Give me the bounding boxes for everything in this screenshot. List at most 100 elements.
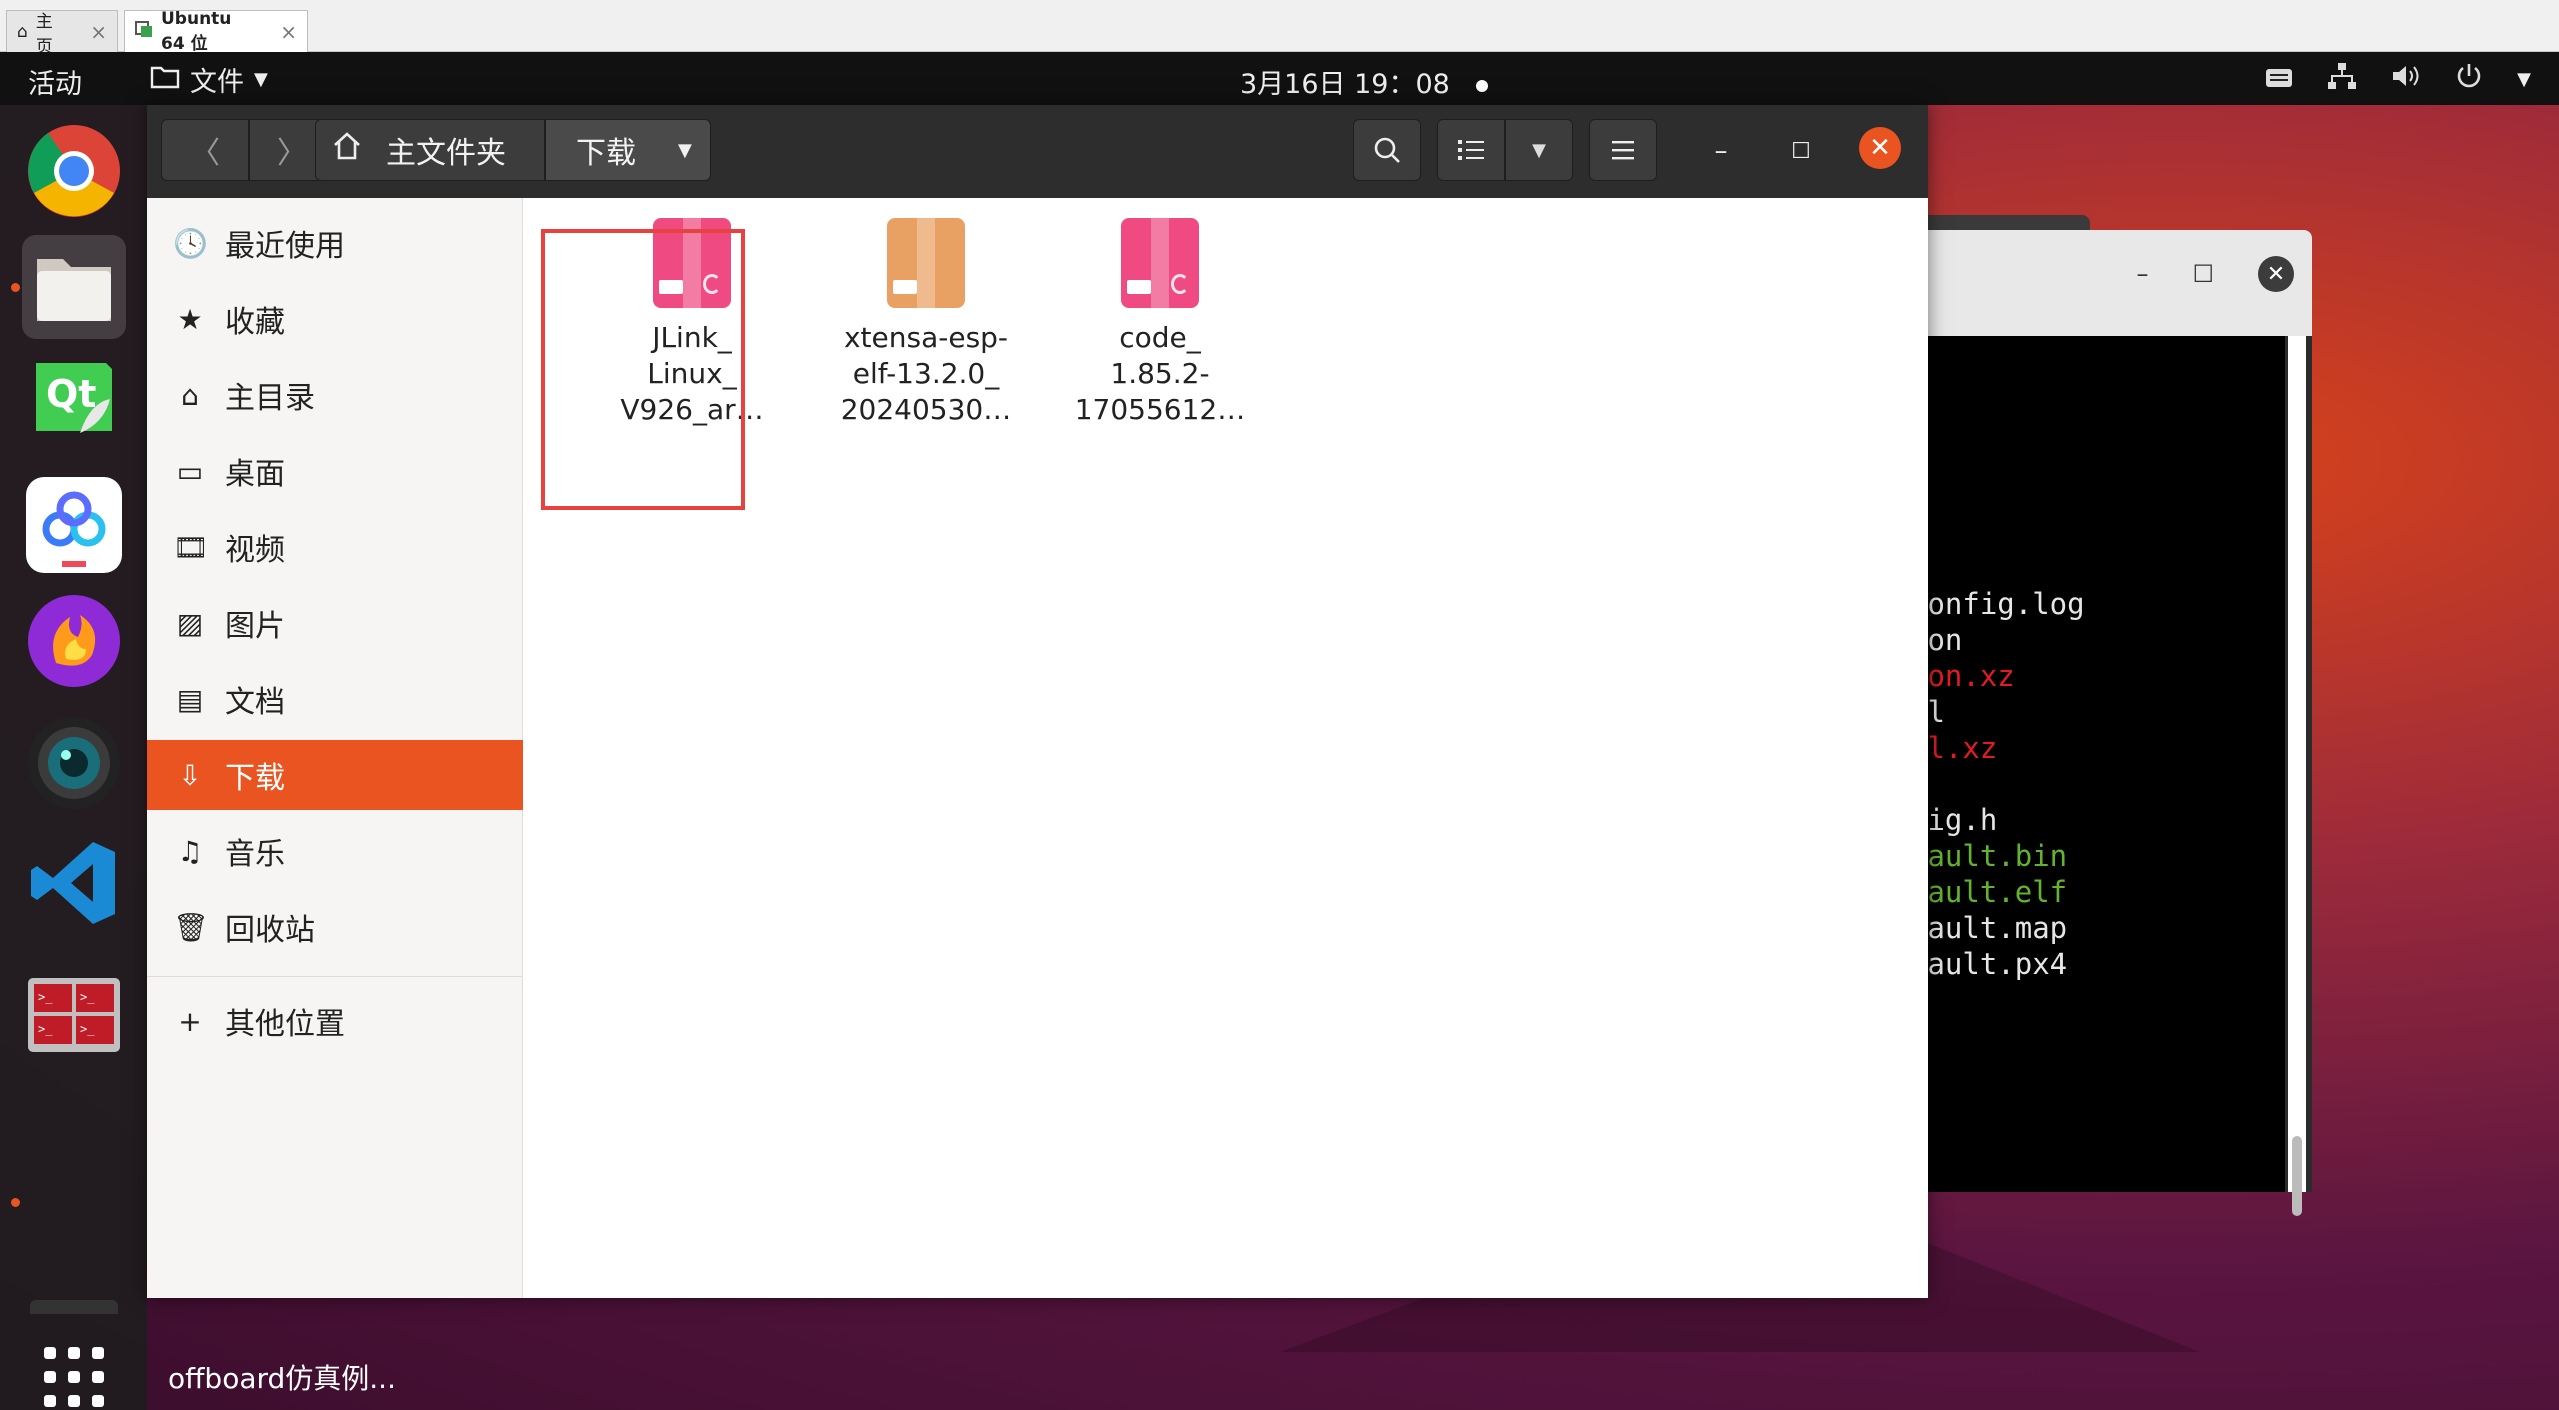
terminal-line: fault.map [1910,911,2068,945]
path-current-button[interactable]: 下载 ▼ [545,119,711,181]
notification-dot-icon [1475,79,1488,92]
sidebar-item-music[interactable]: ♫ 音乐 [147,816,523,886]
terminal-line: son.xz [1910,659,2015,693]
show-apps-icon [44,1347,104,1407]
menu-button[interactable] [1589,119,1657,181]
host-tab-ubuntu[interactable]: Ubuntu 64 位 × [124,9,308,54]
vm-icon [135,20,153,43]
notification-text[interactable]: offboard仿真例... [168,1357,396,1397]
sidebar-item-starred[interactable]: ★ 收藏 [147,284,523,354]
chevron-down-icon: ▼ [678,139,692,161]
host-tab-home[interactable]: ⌂ 主页 × [6,10,118,57]
search-button[interactable] [1353,119,1421,181]
terminal-scrollbar[interactable] [2288,336,2306,1216]
sidebar-item-home[interactable]: ⌂ 主目录 [147,360,523,430]
dock-baidu-netdisk[interactable] [22,473,126,577]
sidebar-item-label: 主目录 [225,381,315,416]
sidebar-item-desktop[interactable]: ▭ 桌面 [147,436,523,506]
sidebar-item-recent[interactable]: 🕓 最近使用 [147,208,523,278]
close-icon[interactable]: ✕ [2258,256,2294,292]
dock-camera[interactable] [22,711,126,815]
file-name: xtensa-esp-elf-13.2.0_ 20240530… [840,321,1012,426]
show-apps-button[interactable] [22,1325,126,1410]
home-icon [332,131,362,169]
trash-icon: 🗑 [173,910,209,944]
dock-partial-item [30,1300,118,1314]
activities-button[interactable]: 活动 [28,62,82,101]
search-icon [1374,137,1400,163]
keyboard-icon[interactable] [2265,64,2293,95]
terminal-line: fault.elf [1910,875,2068,909]
chevron-down-icon[interactable]: ▼ [2517,69,2531,90]
view-options-button[interactable]: ▼ [1505,119,1573,181]
sidebar-item-label: 下载 [225,761,285,796]
volume-icon[interactable] [2391,63,2421,96]
minimize-button[interactable]: – [1697,127,1745,175]
sidebar-item-other-locations[interactable]: + 其他位置 [147,986,523,1056]
camera-icon [28,717,120,809]
highlight-annotation-box [541,229,745,510]
scrollbar-thumb[interactable] [2292,1136,2302,1216]
desktop-icon: ▭ [176,454,204,488]
sidebar-item-label: 回收站 [225,913,315,948]
path-home-label: 主文件夹 [386,136,506,171]
maximize-icon[interactable]: ☐ [2192,260,2214,288]
dock-vscode[interactable] [22,831,126,935]
files-icon [37,259,111,321]
file-manager-window: 〈 〉 主文件夹 下载 ▼ ▼ – ☐ ✕ 🕓 最近使用 ★ 收藏 ⌂ 主目录 … [147,105,1928,1298]
sidebar-item-trash[interactable]: 🗑 回收站 [147,892,523,962]
path-home-button[interactable]: 主文件夹 [315,119,545,181]
file-item-code[interactable]: code_ 1.85.2- 17055612… [1060,218,1260,428]
app-menu[interactable]: 文件 ▼ [150,60,268,99]
minimize-icon[interactable]: – [2136,260,2148,288]
dock-files[interactable] [22,235,126,339]
chrome-icon [28,125,120,217]
dock-firefox-dev[interactable] [22,589,126,693]
svg-text:>_: >_ [38,990,53,1004]
file-item-xtensa[interactable]: xtensa-esp-elf-13.2.0_ 20240530… [826,218,1026,428]
clock[interactable]: 3月16日 19：08 [1240,62,1488,101]
hamburger-menu-icon [1612,141,1634,160]
dock-qt-creator[interactable]: Qt [22,345,126,449]
top-bar: 活动 文件 ▼ 3月16日 19：08 ▼ [0,52,2559,105]
power-icon[interactable] [2455,62,2483,97]
terminal-line: fig.h [1910,803,1998,837]
home-icon: ⌂ [181,378,199,412]
svg-text:>_: >_ [80,990,95,1004]
close-icon: ✕ [1869,133,1891,163]
plus-icon: + [178,1004,202,1038]
list-view-button[interactable] [1437,119,1505,181]
app-menu-label: 文件 [190,67,244,98]
terminator-icon: >_ >_ >_ >_ [28,978,120,1052]
dock-terminator[interactable]: >_ >_ >_ >_ [22,963,126,1067]
svg-text:Qt: Qt [46,372,96,416]
sidebar-separator [147,976,523,977]
network-icon[interactable] [2327,62,2357,97]
dock: Qt >_ >_ >_ >_ [0,105,147,1410]
close-icon[interactable]: × [90,20,107,44]
archive-icon [887,218,965,308]
close-icon[interactable]: × [280,20,297,44]
qt-creator-icon: Qt [36,363,112,433]
system-tray[interactable]: ▼ [2265,62,2531,97]
download-icon: ⇩ [178,758,202,792]
star-icon: ★ [177,302,203,336]
home-icon: ⌂ [17,21,28,42]
vscode-icon [31,842,115,924]
sidebar-item-videos[interactable]: 🎞 视频 [147,512,523,582]
back-button[interactable]: 〈 [161,119,249,181]
sidebar-item-label: 最近使用 [225,229,345,264]
sidebar-item-downloads[interactable]: ⇩ 下载 [147,740,523,810]
svg-text:>_: >_ [80,1022,95,1036]
maximize-button[interactable]: ☐ [1777,127,1825,175]
list-view-icon [1458,140,1484,160]
terminal-output[interactable]: config.logsonson.xzmlml.xz fig.hfault.bin… [1910,336,2285,1192]
terminal-window[interactable]: – ☐ ✕ config.logsonson.xzmlml.xzfig.hfau… [1910,230,2312,1216]
sidebar-item-documents[interactable]: ▤ 文档 [147,664,523,734]
chevron-left-icon: 〈 [190,136,220,171]
close-button[interactable]: ✕ [1859,127,1901,169]
dock-chrome[interactable] [22,119,126,223]
sidebar-item-pictures[interactable]: ▨ 图片 [147,588,523,658]
host-tab-label: 主页 [35,11,53,57]
chevron-right-icon: 〉 [277,136,307,171]
